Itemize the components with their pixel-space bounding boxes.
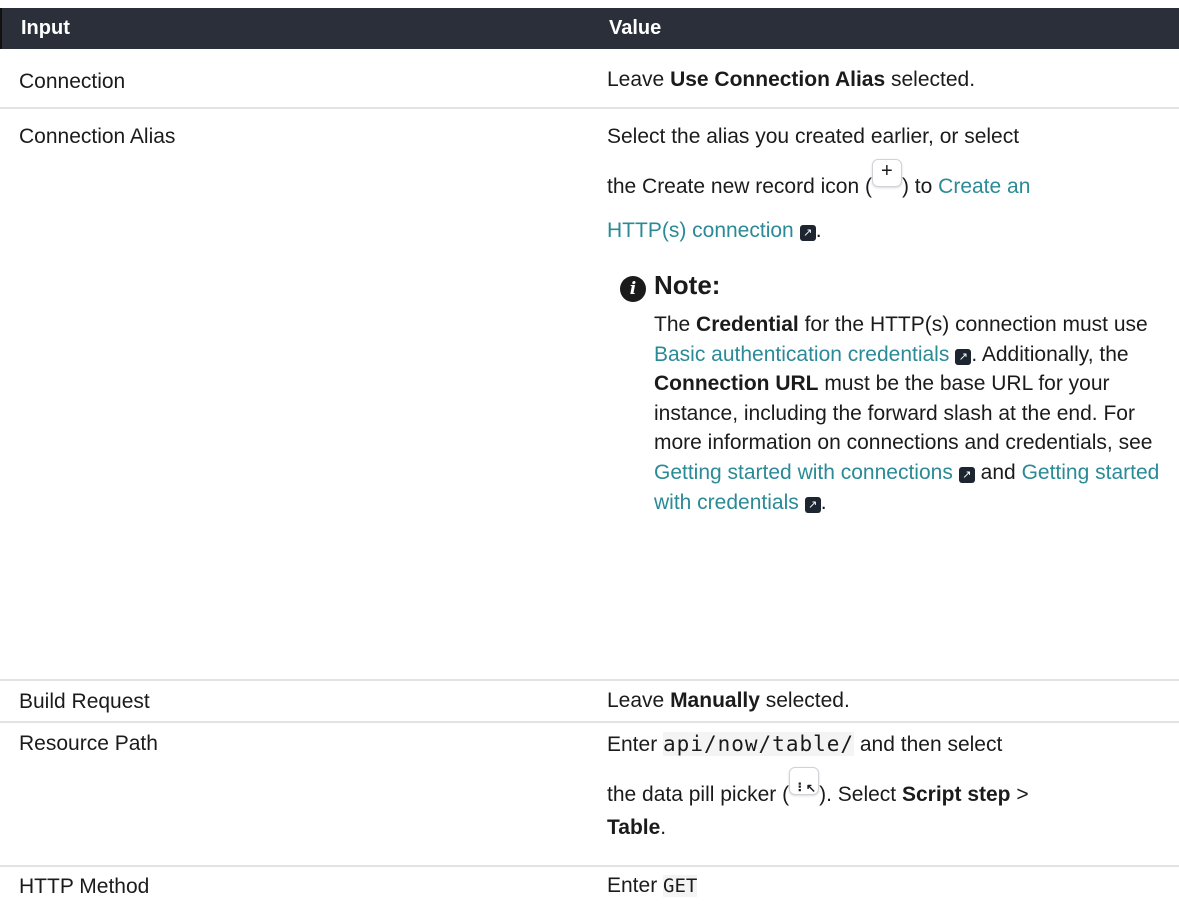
value-cell: Leave Use Connection Alias selected. [607,68,976,91]
data-pill-picker-icon: ⠇↖ [789,767,820,795]
external-link-icon: ↗ [799,225,816,241]
table-row: HTTP Method Enter GET [0,867,1179,907]
external-link-icon: ↗ [955,348,972,365]
external-link-icon: ↗ [804,496,821,513]
header-input: Input [21,17,70,39]
create-http-connection-link-cont[interactable]: HTTP(s) connection [607,219,794,242]
input-cell: Resource Path [19,732,158,755]
input-cell: Connection [19,70,126,93]
info-icon: i [620,276,646,302]
input-cell: Connection Alias [19,125,176,148]
value-cell: Enter GET [607,874,698,897]
basic-auth-link[interactable]: Basic authentication credentials [654,343,949,366]
table-row: Resource Path Enter api/now/table/ and t… [0,723,1179,867]
create-record-icon: + [871,159,902,187]
value-cell: Leave Manually selected. [607,689,850,712]
value-cell: Enter api/now/table/ and then select the… [607,732,1029,839]
external-link-icon: ↗ [958,466,975,483]
note-body: The Credential for the HTTP(s) connectio… [654,313,1160,514]
input-cell: Build Request [19,690,150,713]
header-value: Value [609,17,662,39]
table-header: Input Value [0,8,1179,49]
table-row: Build Request Leave Manually selected. [0,681,1179,723]
create-http-connection-link[interactable]: Create an [938,175,1030,198]
getting-started-connections-link[interactable]: Getting started with connections [654,461,953,484]
value-cell: Select the alias you created earlier, or… [607,125,1031,242]
note-title: Note: [654,270,721,300]
table-row: Connection Leave Use Connection Alias se… [0,49,1179,109]
input-cell: HTTP Method [19,875,150,898]
